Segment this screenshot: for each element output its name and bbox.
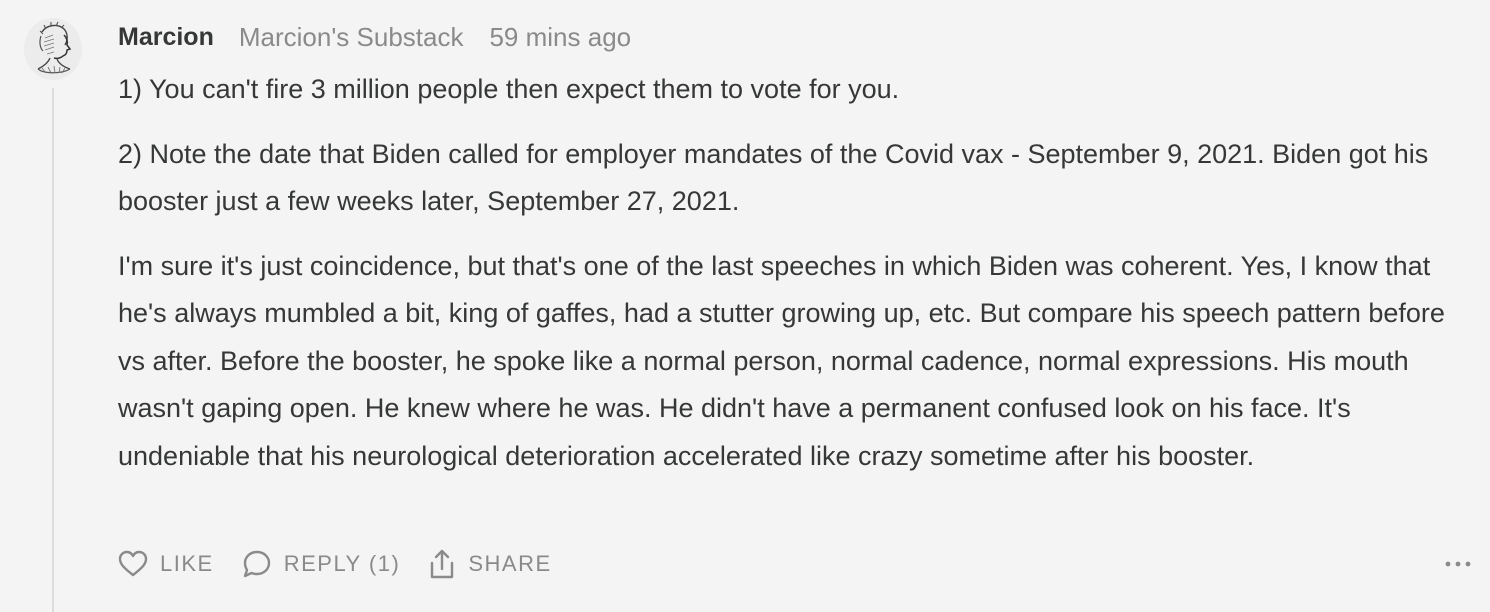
classical-bust-engraving-icon xyxy=(24,18,82,80)
share-button[interactable]: SHARE xyxy=(428,548,551,580)
thread-line[interactable] xyxy=(52,88,54,612)
comment-paragraph: 2) Note the date that Biden called for e… xyxy=(118,138,1429,217)
reply-label: REPLY (1) xyxy=(283,551,401,576)
author-avatar[interactable] xyxy=(24,18,82,80)
comment-paragraph: I'm sure it's just coincidence, but that… xyxy=(118,250,1445,471)
reply-button[interactable]: REPLY (1) xyxy=(242,549,401,579)
comment-timestamp[interactable]: 59 mins ago xyxy=(489,22,631,53)
comment-paragraph: 1) You can't fire 3 million people then … xyxy=(118,74,900,104)
comment-actions: LIKE REPLY (1) SHARE xyxy=(118,544,580,584)
author-name[interactable]: Marcion xyxy=(118,23,214,52)
ellipsis-icon xyxy=(1444,561,1472,580)
heart-icon xyxy=(118,550,148,578)
comment-body: 1) You can't fire 3 million people then … xyxy=(118,66,1468,497)
more-options-button[interactable] xyxy=(1444,552,1472,576)
speech-bubble-icon xyxy=(242,549,272,579)
comment-header: Marcion Marcion's Substack 59 mins ago xyxy=(118,20,631,54)
like-label: LIKE xyxy=(160,551,214,576)
publication-link[interactable]: Marcion's Substack xyxy=(239,22,464,53)
share-label: SHARE xyxy=(468,551,552,576)
comment: Marcion Marcion's Substack 59 mins ago 1… xyxy=(0,0,1490,612)
share-icon xyxy=(428,548,456,580)
like-button[interactable]: LIKE xyxy=(118,550,214,578)
